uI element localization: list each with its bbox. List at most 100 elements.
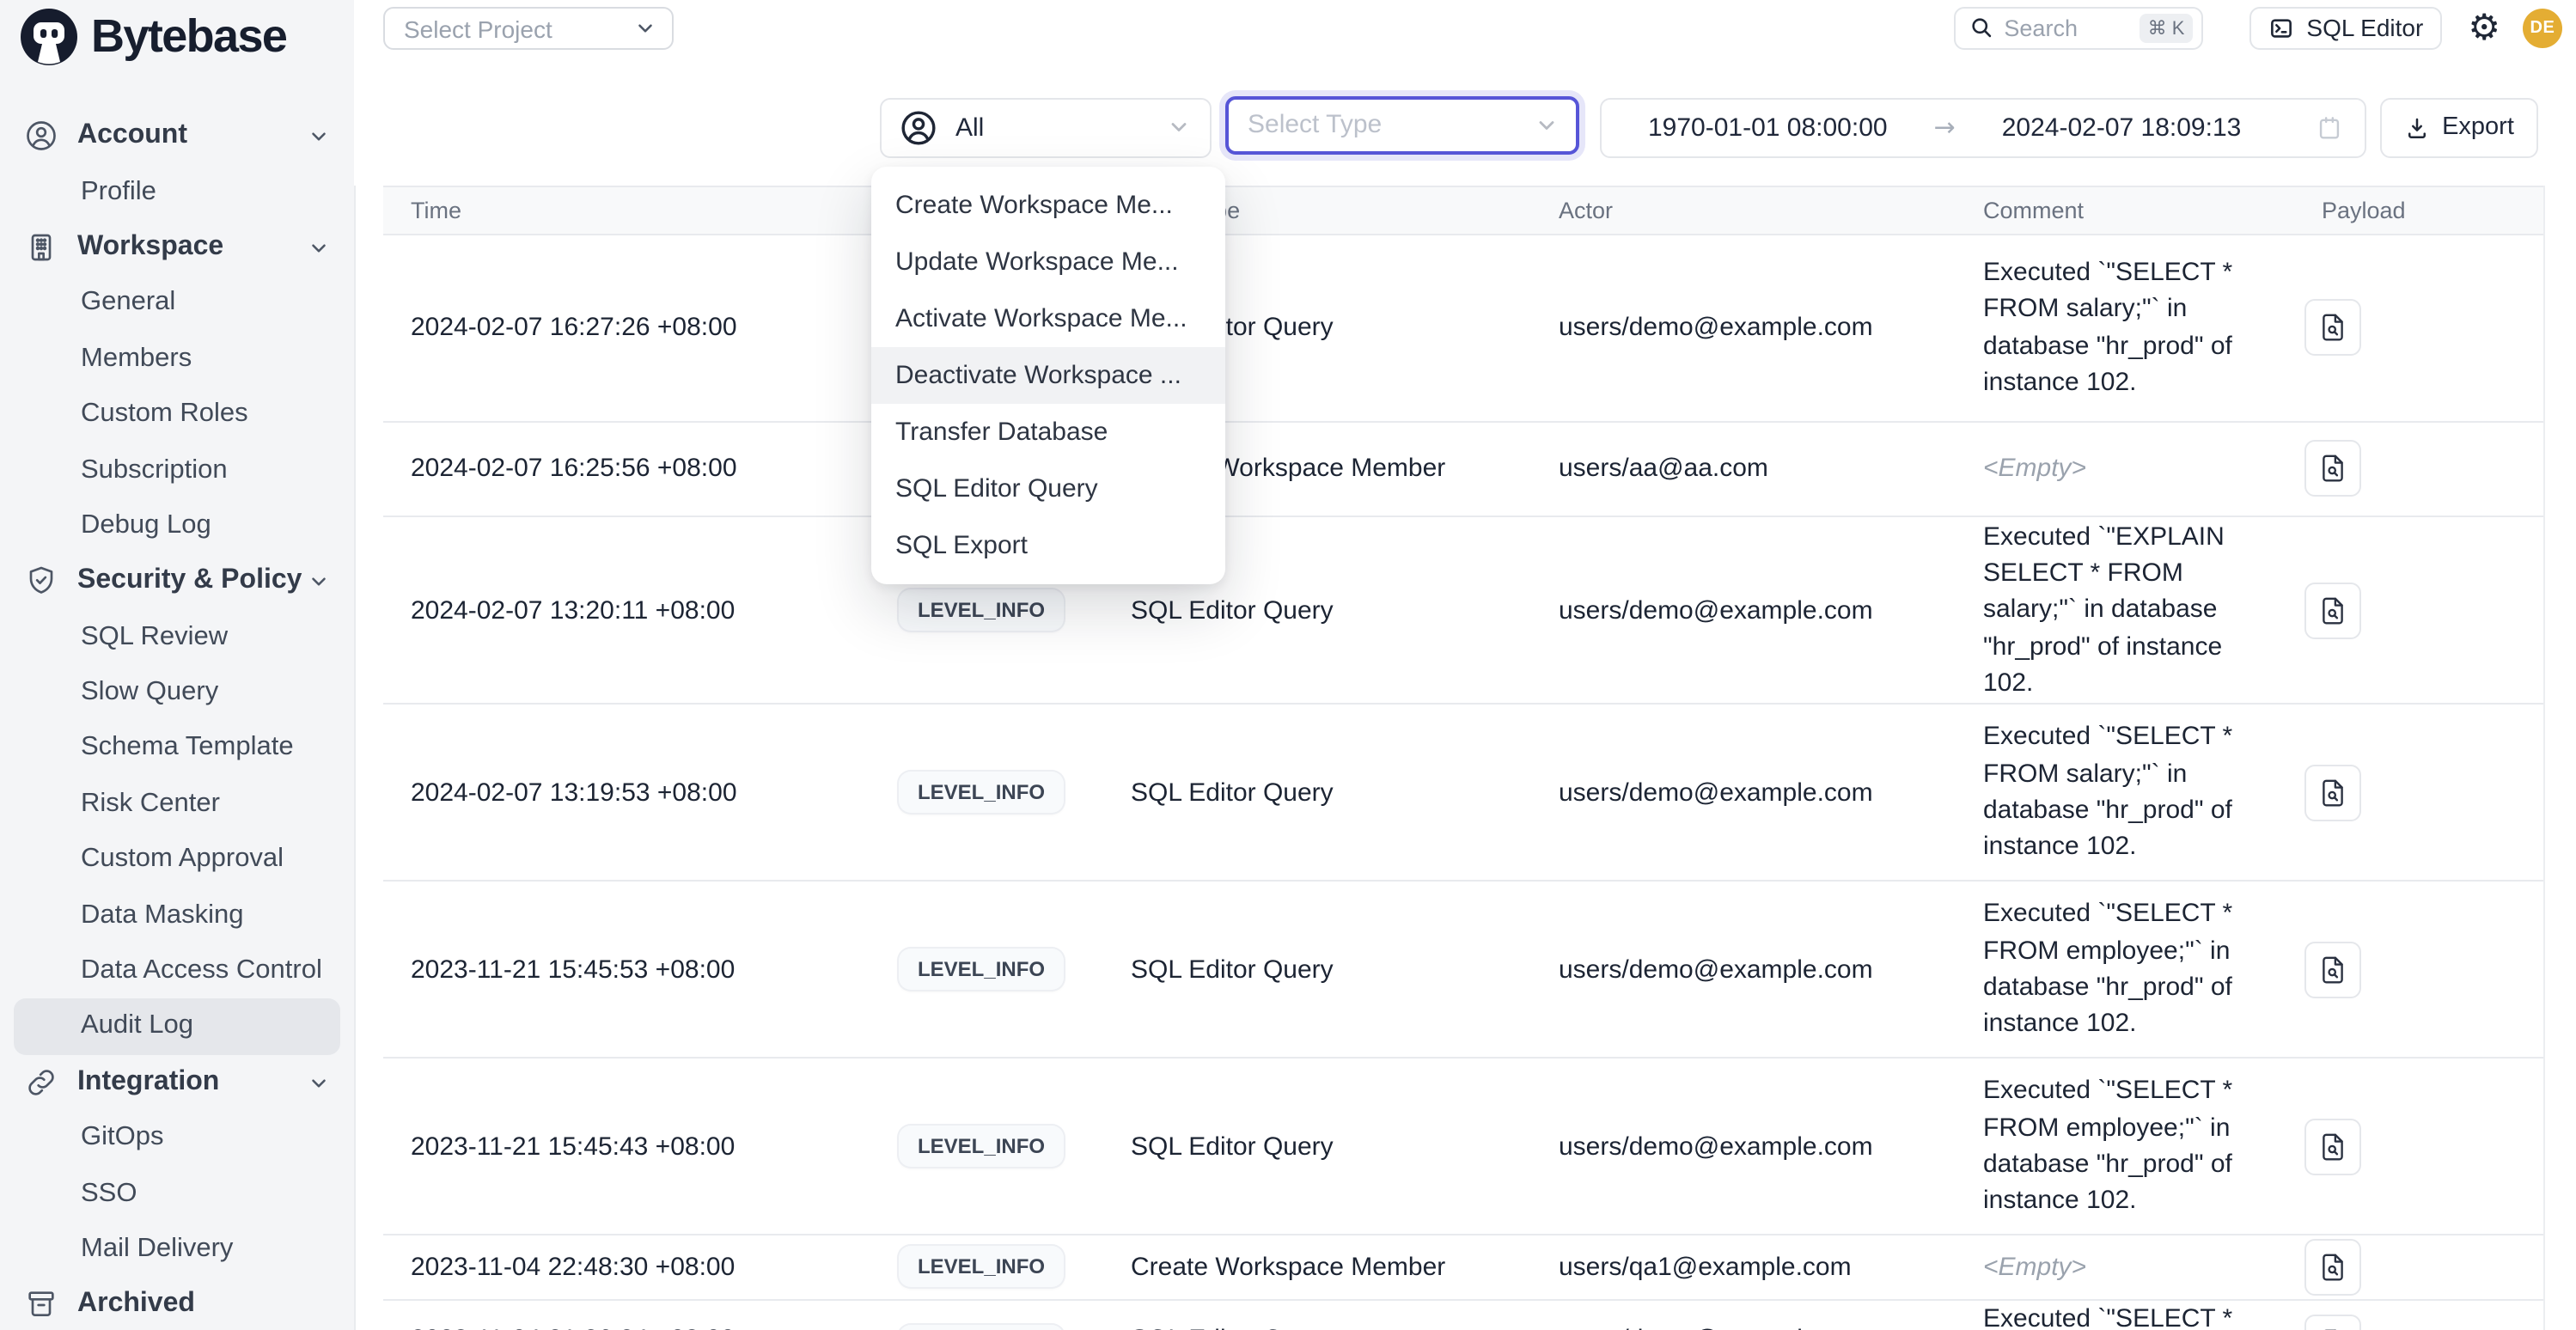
menu-option-sql-editor-query[interactable]: SQL Editor Query — [871, 461, 1225, 517]
sidebar-item-data-access-control[interactable]: Data Access Control — [0, 943, 354, 999]
sidebar: Bytebase Account Profile — [0, 0, 356, 1330]
sidebar-item-sso[interactable]: SSO — [0, 1166, 354, 1222]
top-bar: Select Project Search ⌘ K SQL Editor ⚙ D… — [354, 0, 2576, 56]
table-header: Time Audit Level Audit Type Actor Commen… — [383, 185, 2543, 235]
chevron-down-icon — [308, 571, 330, 594]
table-row: 2024-02-07 16:27:26 +08:00 LEVEL_INFO SQ… — [383, 235, 2543, 422]
sidebar-item-debug-log[interactable]: Debug Log — [0, 497, 354, 553]
table-row: 2024-02-07 13:19:53 +08:00 LEVEL_INFO SQ… — [383, 705, 2543, 882]
table-row: 2023-11-04 21:26:24 +08:00 LEVEL_INFO SQ… — [383, 1300, 2543, 1330]
sidebar-item-profile[interactable]: Profile — [0, 164, 354, 220]
type-filter-select[interactable]: Select Type — [1225, 95, 1579, 154]
payload-view-button[interactable] — [2304, 764, 2361, 821]
arrow-right-icon: → — [1934, 113, 1956, 143]
file-search-icon — [2317, 453, 2349, 485]
table-row: 2023-11-21 15:45:53 +08:00 LEVEL_INFO SQ… — [383, 882, 2543, 1059]
table-row: 2024-02-07 16:25:56 +08:00 LEVEL_INFO Cr… — [383, 422, 2543, 517]
level-badge: LEVEL_INFO — [899, 1324, 1064, 1330]
file-search-icon — [2317, 311, 2349, 344]
audit-log-table: Time Audit Level Audit Type Actor Commen… — [383, 185, 2545, 1330]
sidebar-item-custom-roles[interactable]: Custom Roles — [0, 387, 354, 442]
avatar[interactable]: DE — [2523, 9, 2562, 48]
link-icon — [24, 1065, 58, 1100]
column-header-comment: Comment — [1983, 197, 2301, 223]
file-search-icon — [2317, 776, 2349, 808]
sidebar-item-audit-log[interactable]: Audit Log — [14, 999, 340, 1055]
sidebar-item-workspace[interactable]: Workspace — [0, 220, 354, 276]
payload-view-button[interactable] — [2304, 582, 2361, 638]
calendar-icon — [2315, 113, 2344, 143]
shield-check-icon — [24, 564, 58, 599]
menu-option-sql-export[interactable]: SQL Export — [871, 517, 1225, 574]
sidebar-item-mail-delivery[interactable]: Mail Delivery — [0, 1222, 354, 1278]
level-badge: LEVEL_INFO — [899, 772, 1064, 813]
search-icon — [1969, 16, 1993, 40]
export-button[interactable]: Export — [2380, 97, 2538, 158]
menu-option-deactivate-workspace-member[interactable]: Deactivate Workspace ... — [871, 347, 1225, 404]
sidebar-item-custom-approval[interactable]: Custom Approval — [0, 832, 354, 888]
payload-view-button[interactable] — [2304, 1314, 2361, 1330]
file-search-icon — [2317, 1251, 2349, 1284]
sidebar-item-integration[interactable]: Integration — [0, 1054, 354, 1110]
bytebase-app: Bytebase Account Profile — [0, 0, 2576, 1330]
sidebar-item-general[interactable]: General — [0, 275, 354, 331]
gear-icon[interactable]: ⚙ — [2468, 10, 2500, 46]
menu-option-transfer-database[interactable]: Transfer Database — [871, 404, 1225, 461]
menu-option-update-workspace-member[interactable]: Update Workspace Me... — [871, 234, 1225, 290]
sidebar-item-security-policy[interactable]: Security & Policy — [0, 553, 354, 609]
sidebar-item-gitops[interactable]: GitOps — [0, 1110, 354, 1166]
archive-icon — [24, 1288, 58, 1322]
sidebar-item-sql-review[interactable]: SQL Review — [0, 609, 354, 665]
brand-name: Bytebase — [91, 10, 286, 64]
file-search-icon — [2317, 1326, 2349, 1330]
person-circle-icon — [899, 108, 938, 148]
level-badge: LEVEL_INFO — [899, 1126, 1064, 1167]
level-badge: LEVEL_INFO — [899, 589, 1064, 631]
payload-view-button[interactable] — [2304, 1118, 2361, 1174]
level-badge: LEVEL_INFO — [899, 1247, 1064, 1288]
payload-view-button[interactable] — [2304, 1239, 2361, 1296]
menu-option-activate-workspace-member[interactable]: Activate Workspace Me... — [871, 290, 1225, 347]
download-icon — [2404, 115, 2430, 141]
chevron-down-icon — [308, 1072, 330, 1095]
terminal-icon — [2268, 15, 2294, 41]
menu-option-create-workspace-member[interactable]: Create Workspace Me... — [871, 177, 1225, 234]
bytebase-logo[interactable]: Bytebase — [21, 9, 286, 65]
payload-view-button[interactable] — [2304, 441, 2361, 497]
sidebar-item-account[interactable]: Account — [0, 108, 354, 164]
actor-filter-select[interactable]: All — [880, 97, 1212, 158]
search-input[interactable]: Search ⌘ K — [1954, 7, 2203, 49]
sidebar-item-risk-center[interactable]: Risk Center — [0, 776, 354, 832]
sidebar-item-members[interactable]: Members — [0, 331, 354, 387]
chevron-down-icon — [634, 17, 656, 40]
chevron-down-icon — [1535, 113, 1559, 137]
screen: Bytebase Account Profile — [0, 0, 2576, 1330]
bytebase-logo-icon — [21, 9, 77, 65]
table-row: 2023-11-21 15:45:43 +08:00 LEVEL_INFO SQ… — [383, 1059, 2543, 1235]
sidebar-item-data-masking[interactable]: Data Masking — [0, 888, 354, 943]
date-range-picker[interactable]: 1970-01-01 08:00:00 → 2024-02-07 18:09:1… — [1600, 97, 2366, 158]
chevron-down-icon — [308, 237, 330, 259]
date-to-value: 2024-02-07 18:09:13 — [2002, 113, 2242, 143]
type-filter-menu: Create Workspace Me... Update Workspace … — [871, 167, 1225, 584]
top-right-cluster: Search ⌘ K SQL Editor ⚙ DE — [1954, 7, 2562, 49]
sidebar-item-schema-template[interactable]: Schema Template — [0, 721, 354, 777]
table-row: 2023-11-04 22:48:30 +08:00 LEVEL_INFO Cr… — [383, 1235, 2543, 1300]
sidebar-item-subscription[interactable]: Subscription — [0, 442, 354, 498]
payload-view-button[interactable] — [2304, 299, 2361, 356]
chevron-down-icon — [308, 125, 330, 148]
date-from-value: 1970-01-01 08:00:00 — [1648, 113, 1888, 143]
level-badge: LEVEL_INFO — [899, 949, 1064, 990]
type-filter-placeholder: Select Type — [1248, 110, 1382, 139]
payload-view-button[interactable] — [2304, 941, 2361, 998]
sql-editor-button[interactable]: SQL Editor — [2249, 7, 2442, 49]
sidebar-item-slow-query[interactable]: Slow Query — [0, 665, 354, 721]
sidebar-item-archived[interactable]: Archived — [0, 1277, 354, 1330]
chevron-down-icon — [1167, 116, 1191, 140]
actor-filter-value: All — [955, 113, 984, 143]
building-icon — [24, 230, 58, 265]
column-header-payload: Payload — [2301, 197, 2543, 223]
search-shortcut-badge: ⌘ K — [2140, 14, 2194, 43]
filter-bar: All Select Type 1970-01-01 08:00:00 → 20… — [354, 54, 2576, 185]
project-select[interactable]: Select Project — [383, 7, 674, 50]
